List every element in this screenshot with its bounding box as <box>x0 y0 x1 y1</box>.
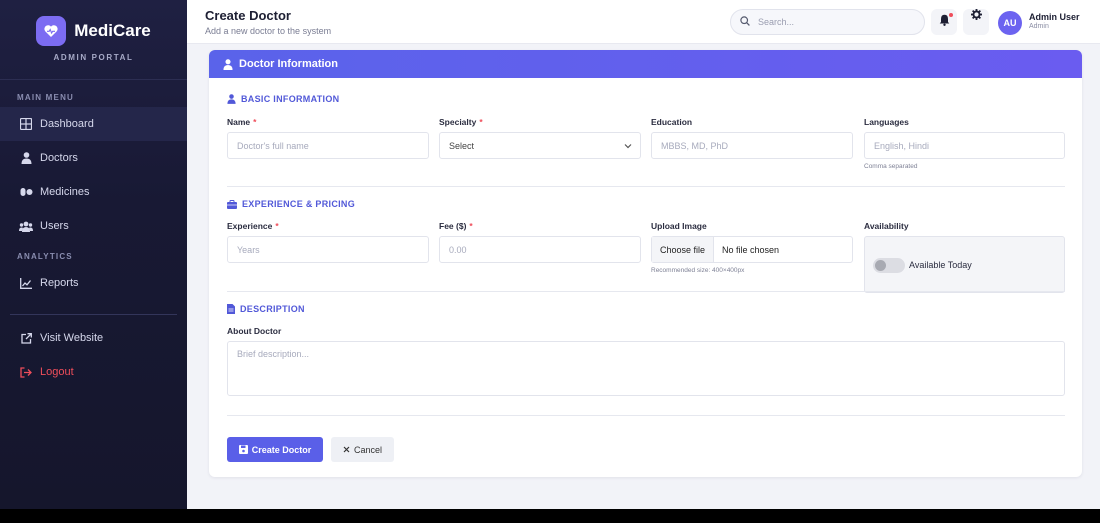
chevron-down-icon <box>624 141 632 151</box>
users-icon <box>19 219 33 233</box>
sidebar-item-label: Reports <box>40 277 79 289</box>
sidebar-item-visit-website[interactable]: Visit Website <box>0 321 187 355</box>
bell-icon <box>939 13 950 31</box>
sidebar-item-doctors[interactable]: Doctors <box>0 141 187 175</box>
fee-input[interactable] <box>439 236 641 263</box>
name-label: Name * <box>227 117 257 127</box>
settings-button[interactable] <box>963 9 989 35</box>
cancel-label: Cancel <box>353 444 382 455</box>
search-icon <box>740 13 750 31</box>
education-input[interactable] <box>651 132 853 159</box>
toggle-knob <box>875 260 886 271</box>
sidebar-item-dashboard[interactable]: Dashboard <box>0 107 187 141</box>
sidebar: MediCare ADMIN PORTAL MAIN MENU Dashboar… <box>0 0 187 509</box>
about-doctor-textarea[interactable] <box>227 341 1065 396</box>
section-title-text: EXPERIENCE & PRICING <box>242 199 356 209</box>
avatar[interactable]: AU <box>998 11 1022 35</box>
doctor-form-card: Doctor Information BASIC INFORMATION Nam… <box>209 50 1082 477</box>
brand-name: MediCare <box>74 21 151 40</box>
user-doctor-icon <box>223 58 233 70</box>
experience-input[interactable] <box>227 236 429 263</box>
experience-label: Experience * <box>227 221 279 231</box>
section-divider <box>227 291 1065 292</box>
specialty-select[interactable]: Select <box>439 132 641 159</box>
education-label: Education <box>651 117 693 127</box>
availability-label: Availability <box>864 221 909 231</box>
nav-section-analytics: ANALYTICS <box>17 252 73 261</box>
about-doctor-label: About Doctor <box>227 326 282 336</box>
pills-icon <box>19 185 33 199</box>
upload-hint: Recommended size: 400×400px <box>651 267 745 274</box>
briefcase-icon <box>227 199 237 209</box>
file-text-icon <box>227 304 235 314</box>
gear-icon <box>970 7 982 25</box>
external-link-icon <box>19 331 33 345</box>
chart-line-icon <box>19 276 33 290</box>
sidebar-item-label: Logout <box>40 366 74 378</box>
sidebar-item-logout[interactable]: Logout <box>0 355 187 389</box>
create-doctor-button[interactable]: Create Doctor <box>227 437 323 462</box>
heart-pulse-icon <box>36 16 67 46</box>
logout-icon <box>19 365 33 379</box>
section-description: DESCRIPTION <box>227 304 305 314</box>
save-icon <box>238 445 248 454</box>
upload-image-input[interactable]: Choose file No file chosen <box>651 236 853 263</box>
fee-label: Fee ($) * <box>439 221 473 231</box>
sidebar-item-medicines[interactable]: Medicines <box>0 175 187 209</box>
available-today-label: Available Today <box>909 260 972 270</box>
user-role: Admin <box>1029 23 1049 30</box>
languages-hint: Comma separated <box>864 163 918 170</box>
user-doctor-icon <box>19 151 33 165</box>
close-icon <box>343 445 350 455</box>
file-status: No file chosen <box>722 244 780 255</box>
upload-image-label: Upload Image <box>651 221 707 231</box>
search-input[interactable] <box>758 17 908 27</box>
section-divider <box>227 415 1065 416</box>
sidebar-item-label: Medicines <box>40 186 90 198</box>
available-today-toggle[interactable] <box>873 258 905 273</box>
section-basic-information: BASIC INFORMATION <box>227 94 339 104</box>
languages-input[interactable] <box>864 132 1065 159</box>
sidebar-item-label: Doctors <box>40 152 78 164</box>
cancel-button[interactable]: Cancel <box>331 437 394 462</box>
topbar: Create Doctor Add a new doctor to the sy… <box>187 0 1100 44</box>
availability-box: Available Today <box>864 236 1065 293</box>
page-subtitle: Add a new doctor to the system <box>205 26 332 36</box>
section-title-text: DESCRIPTION <box>240 304 305 314</box>
brand-subtitle: ADMIN PORTAL <box>53 53 134 62</box>
card-header: Doctor Information <box>209 50 1082 78</box>
main-content: Doctor Information BASIC INFORMATION Nam… <box>187 44 1100 509</box>
choose-file-button[interactable]: Choose file <box>652 237 715 262</box>
card-title: Doctor Information <box>239 58 338 70</box>
section-divider <box>227 186 1065 187</box>
user-icon <box>227 94 236 104</box>
sidebar-item-label: Dashboard <box>40 118 94 130</box>
nav-section-main: MAIN MENU <box>17 93 75 102</box>
sidebar-item-label: Visit Website <box>40 332 104 344</box>
sidebar-item-reports[interactable]: Reports <box>0 266 187 300</box>
name-input[interactable] <box>227 132 429 159</box>
sidebar-item-users[interactable]: Users <box>0 209 187 243</box>
notifications-button[interactable] <box>931 9 957 35</box>
specialty-label: Specialty * <box>439 117 483 127</box>
sidebar-item-label: Users <box>40 220 69 232</box>
search-box[interactable] <box>730 9 925 35</box>
languages-label: Languages <box>864 117 909 127</box>
grid-icon <box>19 117 33 131</box>
section-experience-pricing: EXPERIENCE & PRICING <box>227 199 355 209</box>
page-title: Create Doctor <box>205 8 291 23</box>
user-name: Admin User <box>1029 12 1080 22</box>
specialty-selected-value: Select <box>449 140 475 151</box>
section-title-text: BASIC INFORMATION <box>241 94 340 104</box>
brand: MediCare ADMIN PORTAL <box>0 0 187 80</box>
notification-dot <box>949 13 953 17</box>
create-doctor-label: Create Doctor <box>251 444 312 455</box>
